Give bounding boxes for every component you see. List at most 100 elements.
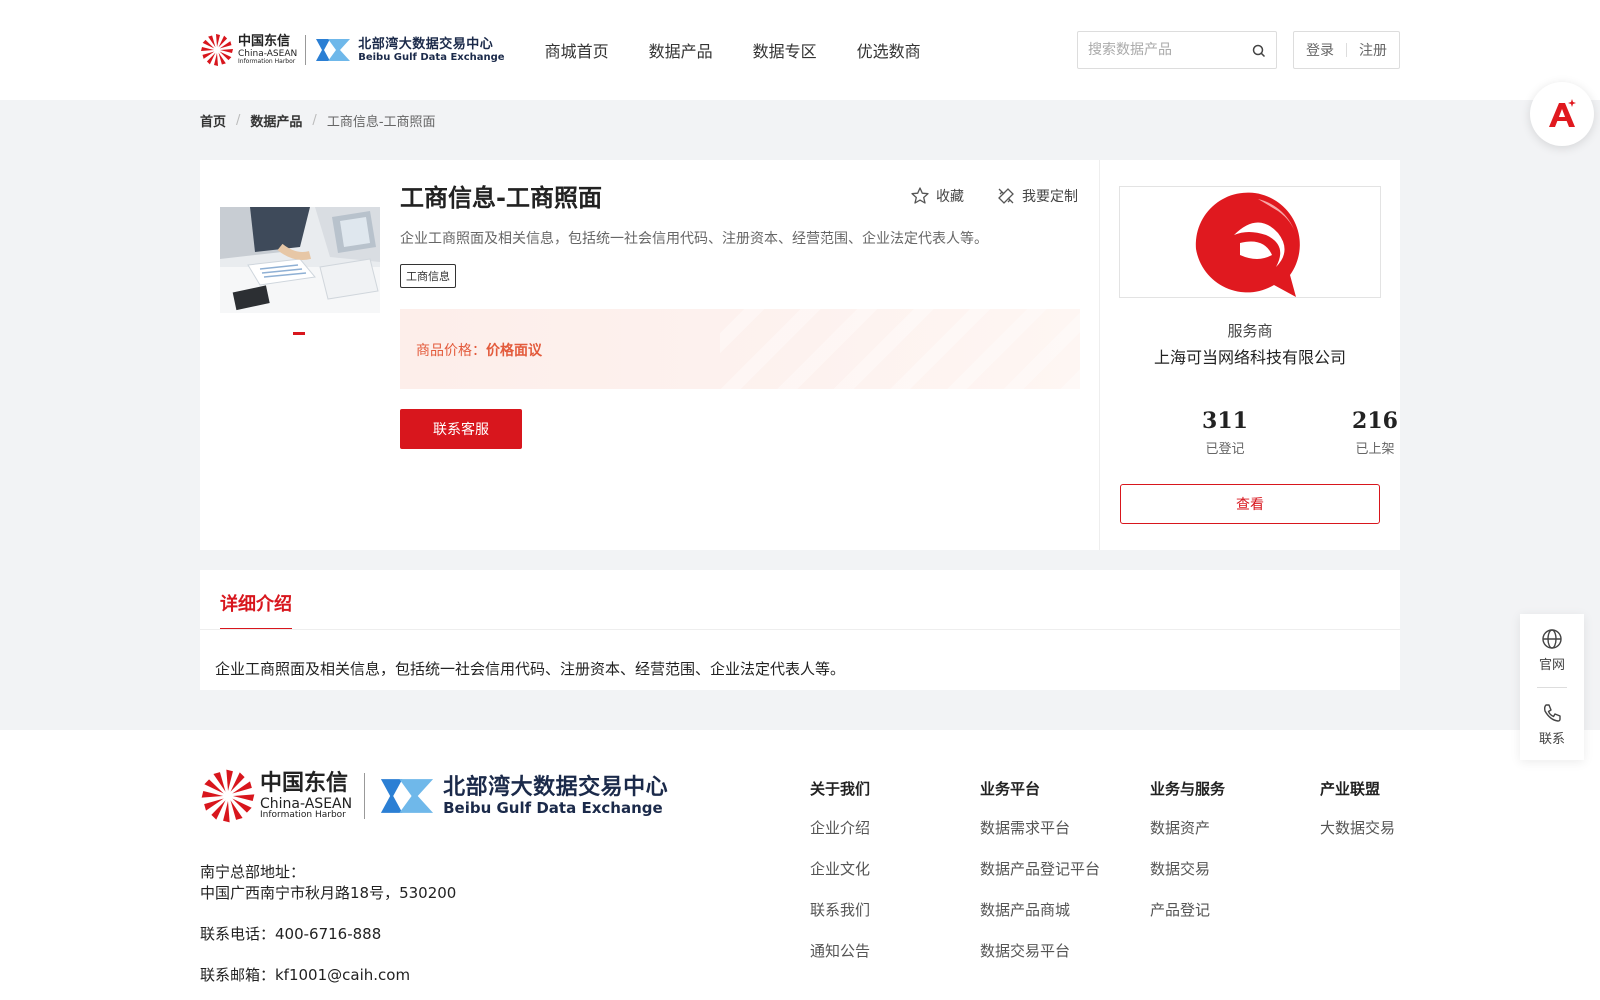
breadcrumb-separator: / [236,112,241,128]
detail-section: 详细介绍 企业工商照面及相关信息，包括统一社会信用代码、注册资本、经营范围、企业… [200,570,1400,690]
customize-label: 我要定制 [1022,189,1078,205]
nav-item-vendors[interactable]: 优选数商 [857,38,921,62]
contact-service-button[interactable]: 联系客服 [400,409,522,449]
breadcrumb-separator: / [312,112,317,128]
search-icon[interactable] [1252,43,1266,62]
view-provider-button[interactable]: 查看 [1120,484,1380,524]
footer-link[interactable]: 产品登记 [1150,899,1225,920]
carousel-indicator[interactable] [293,332,305,335]
footer-link[interactable]: 数据交易平台 [980,940,1100,961]
footer-link[interactable]: 数据产品登记平台 [980,858,1100,879]
flower-logo-icon [201,769,255,823]
product-tag[interactable]: 工商信息 [400,264,456,288]
ai-assistant-icon [1549,99,1576,127]
provider-name[interactable]: 上海可当网络科技有限公司 [1100,344,1400,368]
footer-logo: 中国东信 China-ASEAN Information Harbor 北部湾大… [200,768,668,824]
listed-count: 216 [1352,408,1398,434]
breadcrumb-home[interactable]: 首页 [200,111,226,130]
globe-icon [1542,629,1562,649]
logo-cn-line3: Information Harbor [238,58,296,65]
website-button[interactable]: 官网 [1520,614,1584,687]
customize-button[interactable]: 我要定制 [996,186,1078,206]
customize-icon [998,188,1014,204]
footer-link[interactable]: 通知公告 [810,940,870,961]
footer-address: 南宁总部地址： 中国广西南宁市秋月路18号，530200 [200,862,456,904]
website-label: 官网 [1538,658,1565,673]
provider-logo[interactable] [1119,186,1381,298]
contact-label: 联系 [1538,732,1565,747]
footer-column-title: 产业联盟 [1320,780,1381,798]
price-panel-decoration [720,309,1080,389]
auth-divider [1346,43,1347,57]
tab-detail[interactable]: 详细介绍 [220,590,292,630]
price-panel: 商品价格：价格面议 [400,309,1080,389]
breadcrumb-category[interactable]: 数据产品 [250,111,302,130]
favorite-label: 收藏 [936,189,964,205]
bgdx-logo-icon [381,779,434,813]
registered-stat: 311 已登记 [1150,408,1300,457]
star-icon [911,187,929,204]
footer-link[interactable]: 数据产品商城 [980,899,1100,920]
beibu-gulf-logo: 北部湾大数据交易中心 Beibu Gulf Data Exchange [314,35,505,65]
footer-link[interactable]: 数据资产 [1150,817,1225,838]
footer-china-asean-logo: 中国东信 China-ASEAN Information Harbor [200,768,352,824]
footer-link[interactable]: 大数据交易 [1320,817,1395,838]
product-title: 工商信息-工商照面 [400,184,602,212]
breadcrumb-current: 工商信息-工商照面 [326,114,436,130]
contact-button[interactable]: 联系 [1520,688,1584,761]
tab-divider [200,629,1400,630]
footer-link[interactable]: 企业文化 [810,858,870,879]
logo-bb-title: 北部湾大数据交易中心 [358,36,494,52]
address-label: 南宁总部地址： [200,863,306,881]
phone-icon [1543,704,1561,722]
search-box [1077,31,1277,69]
site-header: 中国东信 China-ASEAN Information Harbor 北部湾大… [0,0,1600,100]
product-image[interactable] [220,207,380,313]
registered-label: 已登记 [1205,442,1245,457]
site-logo[interactable]: 中国东信 China-ASEAN Information Harbor 北部湾大… [200,33,505,67]
footer-logo-cn-title: 中国东信 [260,770,349,796]
price-row: 商品价格：价格面议 [416,340,542,360]
footer-column-title: 业务平台 [980,780,1041,798]
listed-label: 已上架 [1355,442,1395,457]
site-footer: 中国东信 China-ASEAN Information Harbor 北部湾大… [0,730,1600,1000]
main-nav: 商城首页 数据产品 数据专区 优选数商 [545,38,921,62]
detail-body: 企业工商照面及相关信息，包括统一社会信用代码、注册资本、经营范围、企业法定代表人… [215,660,846,678]
side-toolbar: 官网 联系 [1520,614,1584,760]
logo-bb-subtitle: Beibu Gulf Data Exchange [358,51,505,63]
registered-count: 311 [1202,408,1248,434]
footer-link[interactable]: 数据交易 [1150,858,1225,879]
footer-logo-cn-line3: Information Harbor [260,809,346,820]
price-label: 商品价格： [416,343,486,359]
breadcrumb: 首页 / 数据产品 / 工商信息-工商照面 [0,100,1600,140]
logo-cn-title: 中国东信 [238,34,291,49]
search-input[interactable] [1078,32,1238,68]
flower-logo-icon [201,34,233,66]
auth-box: 登录 注册 [1293,31,1400,69]
footer-column-platform: 业务平台 数据需求平台 数据产品登记平台 数据产品商城 数据交易平台 [980,778,1100,981]
footer-column-about: 关于我们 企业介绍 企业文化 联系我们 通知公告 [810,778,870,981]
footer-link[interactable]: 数据需求平台 [980,817,1100,838]
footer-phone: 联系电话：400-6716-888 [200,925,382,943]
footer-logo-cn-line2: China-ASEAN [260,795,353,812]
footer-column-alliance: 产业联盟 大数据交易 [1320,778,1395,858]
bgdx-logo-icon [316,39,351,61]
provider-logo-icon [1195,192,1300,297]
nav-item-zones[interactable]: 数据专区 [753,38,817,62]
listed-stat: 216 已上架 [1300,408,1450,457]
login-link[interactable]: 登录 [1306,40,1334,60]
price-value: 价格面议 [486,343,542,359]
footer-beibu-gulf-logo: 北部湾大数据交易中心 Beibu Gulf Data Exchange [377,773,668,819]
footer-link[interactable]: 企业介绍 [810,817,870,838]
footer-logo-divider [364,773,366,819]
logo-divider [305,35,307,65]
register-link[interactable]: 注册 [1359,40,1387,60]
footer-column-title: 关于我们 [810,780,871,798]
product-description: 企业工商照面及相关信息，包括统一社会信用代码、注册资本、经营范围、企业法定代表人… [400,231,988,247]
footer-link[interactable]: 联系我们 [810,899,870,920]
nav-item-home[interactable]: 商城首页 [545,38,609,62]
favorite-button[interactable]: 收藏 [910,186,964,206]
ai-assistant-button[interactable] [1530,82,1594,146]
nav-item-products[interactable]: 数据产品 [649,38,713,62]
provider-label: 服务商 [1227,322,1273,340]
